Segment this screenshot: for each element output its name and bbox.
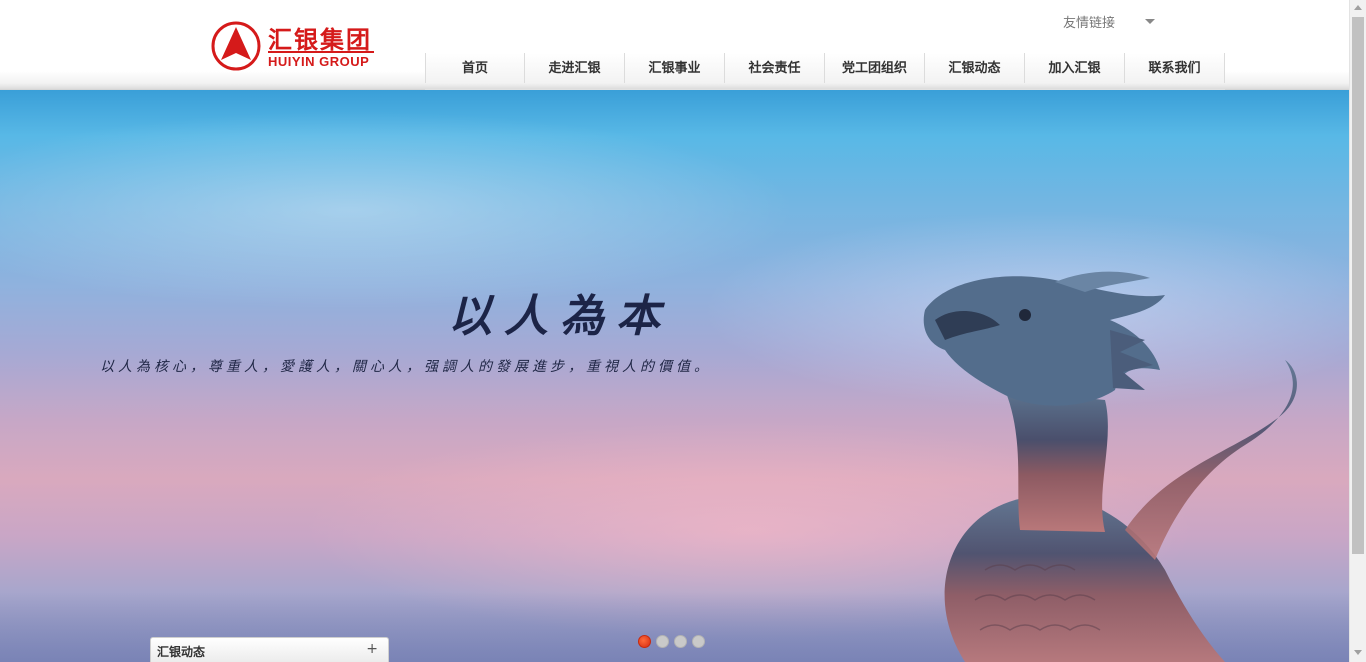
brand-name-cn: 汇银集团: [268, 25, 372, 54]
vertical-scrollbar[interactable]: [1349, 0, 1366, 662]
brand-name-en: HUIYIN GROUP: [268, 54, 370, 69]
slider-dot[interactable]: [692, 635, 705, 648]
hero-cloud: [0, 110, 800, 310]
nav-item-party-organizations[interactable]: 党工团组织: [825, 53, 925, 87]
slider-dot[interactable]: [656, 635, 669, 648]
hero-subline: 以人為核心，尊重人，愛護人，關心人，强調人的發展進步，重視人的價值。: [100, 359, 712, 375]
news-panel[interactable]: 汇银动态 +: [150, 637, 389, 662]
slider-dot[interactable]: [638, 635, 651, 648]
news-panel-title: 汇银动态: [157, 645, 206, 659]
slider-pagination: [638, 635, 705, 648]
scrollbar-thumb[interactable]: [1352, 17, 1364, 554]
hero-banner: 以人為本 以人為核心，尊重人，愛護人，關心人，强調人的發展進步，重視人的價值。: [0, 90, 1349, 662]
nav-item-social-responsibility[interactable]: 社会责任: [725, 53, 825, 87]
triangle-arrow-logo-icon: [211, 21, 261, 71]
nav-item-home[interactable]: 首页: [425, 53, 525, 87]
caret-down-icon: [1145, 19, 1155, 24]
brand-logo[interactable]: 汇银集团 HUIYIN GROUP: [210, 20, 380, 72]
nav-item-contact[interactable]: 联系我们: [1125, 53, 1225, 87]
nav-item-about[interactable]: 走进汇银: [525, 53, 625, 87]
friend-links-label: 友情链接: [1063, 16, 1116, 31]
slider-dot[interactable]: [674, 635, 687, 648]
dragon-statue-image: [923, 271, 1297, 662]
plus-icon[interactable]: +: [366, 641, 378, 657]
main-nav: 首页 走进汇银 汇银事业 社会责任 党工团组织 汇银动态 加入汇银 联系我们: [425, 53, 1225, 90]
nav-item-join-us[interactable]: 加入汇银: [1025, 53, 1125, 87]
hero-slogan: 以人為本: [448, 291, 672, 342]
nav-item-news[interactable]: 汇银动态: [925, 53, 1025, 87]
scroll-up-arrow-icon[interactable]: [1354, 5, 1362, 10]
brand-divider: [268, 51, 374, 53]
scroll-down-arrow-icon[interactable]: [1354, 650, 1362, 655]
site-header: 汇银集团 HUIYIN GROUP 友情链接 首页 走进汇银 汇银事业 社会责任…: [0, 0, 1349, 90]
friend-links-dropdown[interactable]: 友情链接: [1063, 12, 1163, 32]
nav-item-business[interactable]: 汇银事业: [625, 53, 725, 87]
